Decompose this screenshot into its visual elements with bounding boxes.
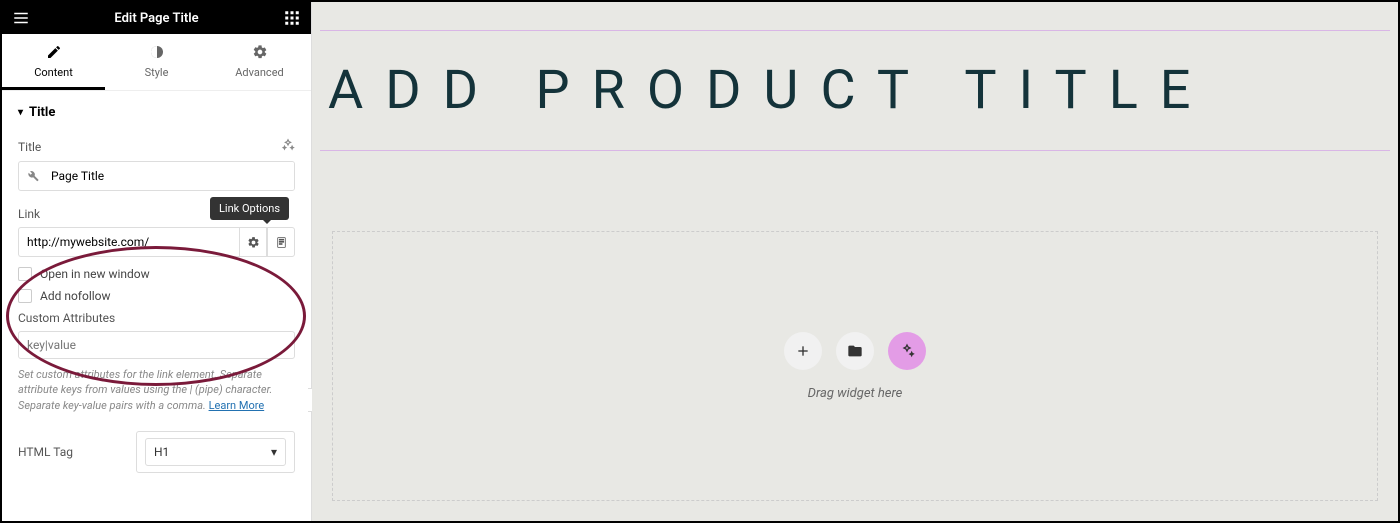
link-input-row: Link Options: [18, 227, 295, 257]
checkbox-icon: [18, 267, 32, 281]
help-text: Set custom attributes for the link eleme…: [18, 367, 295, 413]
link-label: Link: [18, 207, 40, 221]
tab-label: Style: [145, 66, 169, 79]
link-options-tooltip: Link Options: [210, 197, 289, 220]
section-label: Title: [29, 105, 55, 120]
title-input-wrap: [18, 161, 295, 191]
link-options-button[interactable]: [239, 227, 267, 257]
nofollow-checkbox[interactable]: Add nofollow: [18, 289, 295, 303]
tab-content[interactable]: Content: [2, 34, 105, 90]
editor-canvas: ADD PRODUCT TITLE Drag widget here: [312, 2, 1398, 521]
wrench-icon[interactable]: [19, 167, 47, 186]
folder-button[interactable]: [836, 332, 874, 370]
html-tag-row: HTML Tag H1 ▾: [18, 431, 295, 473]
custom-attributes-input[interactable]: [18, 331, 295, 359]
editor-sidebar: Edit Page Title Content Style Advanced ▾…: [2, 2, 312, 521]
chevron-down-icon: ▾: [271, 445, 277, 459]
caret-down-icon: ▾: [18, 107, 23, 118]
custom-attributes-label: Custom Attributes: [18, 311, 295, 325]
link-input[interactable]: [18, 227, 239, 257]
tab-label: Advanced: [235, 66, 283, 79]
panel-title: Edit Page Title: [32, 11, 281, 26]
tab-label: Content: [34, 66, 73, 79]
add-widget-button[interactable]: [784, 332, 822, 370]
ai-button[interactable]: [888, 332, 926, 370]
learn-more-link[interactable]: Learn More: [209, 399, 265, 412]
title-label-row: Title: [18, 138, 295, 155]
hamburger-icon[interactable]: [10, 7, 32, 29]
editor-tabs: Content Style Advanced: [2, 34, 311, 91]
apps-grid-icon[interactable]: [281, 7, 303, 29]
widget-dropzone[interactable]: Drag widget here: [332, 231, 1378, 501]
title-input[interactable]: [47, 162, 294, 190]
tab-style[interactable]: Style: [105, 34, 208, 90]
sidebar-header: Edit Page Title: [2, 2, 311, 34]
html-tag-select[interactable]: H1 ▾: [136, 431, 295, 473]
content-panel: ▾ Title Title Link Link Options: [2, 91, 311, 521]
dynamic-tags-icon[interactable]: [281, 138, 295, 155]
select-value: H1: [154, 445, 169, 459]
tab-advanced[interactable]: Advanced: [208, 34, 311, 90]
page-title-widget[interactable]: ADD PRODUCT TITLE: [320, 30, 1390, 151]
html-tag-label: HTML Tag: [18, 445, 118, 459]
checkbox-label: Open in new window: [40, 267, 150, 281]
dropzone-text: Drag widget here: [808, 386, 903, 401]
section-toggle-title[interactable]: ▾ Title: [18, 105, 295, 120]
title-label: Title: [18, 140, 41, 154]
dynamic-link-button[interactable]: [267, 227, 295, 257]
checkbox-label: Add nofollow: [40, 289, 111, 303]
checkbox-icon: [18, 289, 32, 303]
open-new-window-checkbox[interactable]: Open in new window: [18, 267, 295, 281]
dropzone-buttons: [784, 332, 926, 370]
